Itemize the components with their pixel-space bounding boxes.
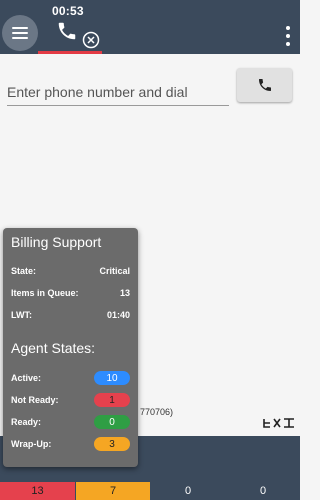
active-count-badge: 10 bbox=[94, 371, 130, 385]
hamburger-menu-icon bbox=[12, 27, 28, 29]
queue-state-row: State: Critical bbox=[11, 266, 130, 276]
lwt-row: LWT: 01:40 bbox=[11, 310, 130, 320]
wrap-up-count-badge: 3 bbox=[94, 437, 130, 451]
background-call-info: 770706) bbox=[140, 407, 174, 417]
agent-not-ready-row: Not Ready: 1 bbox=[11, 393, 130, 407]
agent-ready-row: Ready: 0 bbox=[11, 415, 130, 429]
stat-normal[interactable]: 0 bbox=[151, 482, 225, 500]
call-timer: 00:53 bbox=[52, 4, 84, 18]
not-ready-count-badge: 1 bbox=[94, 393, 130, 407]
queue-info-popup: Billing Support State: Critical Items in… bbox=[3, 228, 138, 467]
top-bar: 00:53 bbox=[0, 0, 300, 54]
agent-active-row: Active: 10 bbox=[11, 371, 130, 385]
phone-icon bbox=[258, 79, 271, 91]
ready-count-badge: 0 bbox=[94, 415, 130, 429]
active-tab-indicator bbox=[38, 51, 102, 54]
items-in-queue-row: Items in Queue: 13 bbox=[11, 288, 130, 298]
phone-icon bbox=[58, 22, 76, 40]
stat-other[interactable]: 0 bbox=[226, 482, 300, 500]
queue-stats-bar[interactable]: 13 7 0 0 bbox=[0, 482, 300, 500]
menu-button[interactable] bbox=[2, 15, 38, 51]
phone-number-input[interactable] bbox=[7, 78, 229, 106]
agent-wrap-up-row: Wrap-Up: 3 bbox=[11, 437, 130, 451]
agent-states-title: Agent States: bbox=[11, 340, 96, 356]
active-call-tab[interactable] bbox=[38, 18, 102, 54]
brand-logo-icon bbox=[263, 418, 294, 428]
more-vert-icon[interactable] bbox=[282, 24, 294, 48]
dial-button[interactable] bbox=[237, 68, 292, 102]
close-circle-icon[interactable] bbox=[82, 31, 100, 49]
stat-warning[interactable]: 7 bbox=[76, 482, 150, 500]
queue-name: Billing Support bbox=[11, 234, 102, 250]
stat-critical[interactable]: 13 bbox=[0, 482, 75, 500]
